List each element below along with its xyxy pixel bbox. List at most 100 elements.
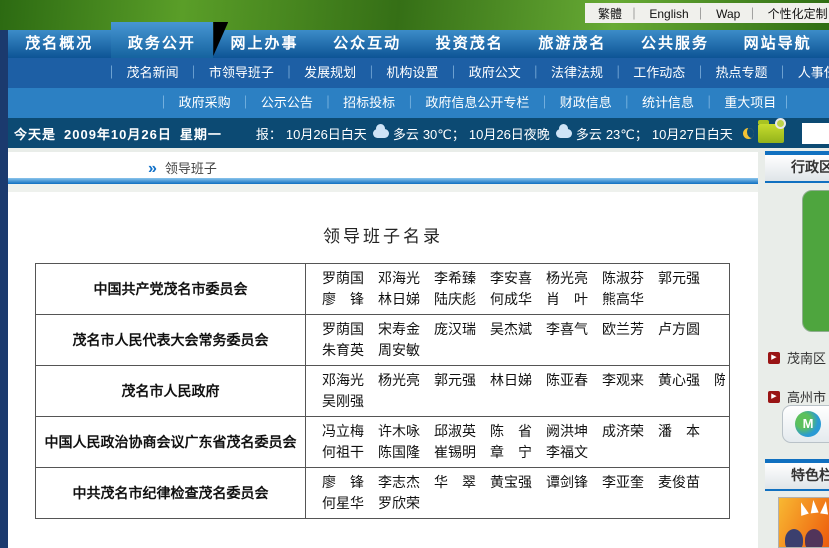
org-name: 茂名市人民政府 bbox=[36, 366, 306, 417]
weekday-value: 星期一 bbox=[180, 127, 222, 142]
leadership-roster-table: 中国共产党茂名市委员会 罗荫国 邓海光 李希臻 李安喜 杨光亮 陈淑芬 郭元强 … bbox=[35, 263, 730, 519]
promo-spark-decoration bbox=[809, 500, 818, 514]
names-line: 廖 锋 林日娣 陆庆彪 何成华 肖 叶 熊高华 bbox=[322, 289, 725, 310]
district-map-image[interactable] bbox=[802, 190, 829, 332]
subnav-laws[interactable]: 法律法规 bbox=[524, 65, 603, 80]
forecast-period-3: 10月27日白天 bbox=[652, 124, 733, 143]
search-input[interactable] bbox=[802, 123, 829, 144]
sidebar-link-maonan[interactable]: ▶ 茂南区 bbox=[768, 348, 826, 367]
promo-spark-decoration bbox=[820, 501, 829, 515]
link-wap[interactable]: Wap bbox=[695, 5, 741, 22]
tab-public-interaction[interactable]: 公众互动 bbox=[316, 22, 419, 58]
cloudy-icon bbox=[373, 129, 389, 138]
org-name: 中国共产党茂名市委员会 bbox=[36, 264, 306, 315]
weather-forecast: 报： 10月26日白天 多云 30℃； 10月26日夜晚 多云 23℃； 10月… bbox=[256, 124, 758, 143]
tab-public-service[interactable]: 公共服务 bbox=[624, 22, 727, 58]
table-row: 茂名市人民政府 邓海光 杨光亮 郭元强 林日娣 陈亚春 李观来 黄心强 陈 海 … bbox=[36, 366, 730, 417]
promo-spark-decoration bbox=[797, 501, 809, 516]
sidebar-link-gaozhou[interactable]: ▶ 高州市 bbox=[768, 387, 826, 406]
member-names: 廖 锋 李志杰 华 翠 黄宝强 谭剑锋 李亚奎 麦俊苗 何星华 罗欣荣 bbox=[306, 468, 730, 519]
subnav-work-updates[interactable]: 工作动态 bbox=[607, 65, 686, 80]
tab-tour-maoming[interactable]: 旅游茂名 bbox=[521, 22, 624, 58]
forecast-temp-2: 23℃； bbox=[606, 124, 648, 143]
promo-figure-decoration bbox=[785, 529, 803, 548]
names-line: 邓海光 杨光亮 郭元强 林日娣 陈亚春 李观来 黄心强 陈 海 bbox=[322, 370, 725, 391]
today-prefix: 今天是 bbox=[14, 127, 56, 142]
org-name: 中国人民政治协商会议广东省茂名委员会 bbox=[36, 417, 306, 468]
top-utility-links: 繁體 English Wap 个性化定制 邮件 bbox=[585, 3, 829, 23]
member-names: 冯立梅 许木咏 邱淑英 陈 省 阙洪坤 成济荣 潘 本 何祖干 陈国隆 崔锡明 … bbox=[306, 417, 730, 468]
left-border-strip bbox=[0, 30, 8, 548]
forecast-condition-2: 多云 bbox=[576, 124, 602, 143]
forecast-temp-1: 30℃； bbox=[423, 124, 465, 143]
sidebar-header-featured: 特色栏目 bbox=[765, 459, 829, 491]
tab-invest-maoming[interactable]: 投资茂名 bbox=[419, 22, 522, 58]
tab-government-affairs[interactable]: 政务公开 bbox=[111, 22, 214, 58]
subnav-maoming-news[interactable]: 茂名新闻 bbox=[100, 65, 179, 80]
sidebar-link-label: 高州市 bbox=[787, 387, 826, 406]
subnav-statistics[interactable]: 统计信息 bbox=[615, 95, 694, 110]
subnav-info-disclosure[interactable]: 政府信息公开专栏 bbox=[399, 95, 530, 110]
subnav-row2: 政府采购 公示公告 招标投标 政府信息公开专栏 财政信息 统计信息 重大项目 bbox=[0, 88, 829, 118]
link-english[interactable]: English bbox=[628, 5, 689, 22]
page-title: 领导班子名录 bbox=[8, 222, 758, 247]
folder-search-icon[interactable] bbox=[758, 124, 784, 143]
tab-site-navigation[interactable]: 网站导航 bbox=[726, 22, 829, 58]
featured-promo-image[interactable] bbox=[778, 497, 829, 548]
promo-figure-decoration bbox=[805, 529, 823, 548]
sidebar-globe-button[interactable]: M bbox=[782, 405, 829, 443]
names-line: 朱育英 周安敏 bbox=[322, 340, 725, 361]
link-traditional-chinese[interactable]: 繁體 bbox=[598, 5, 622, 22]
forecast-period-1: 10月26日白天 bbox=[286, 124, 367, 143]
names-line: 吴刚强 bbox=[322, 391, 725, 412]
names-line: 何祖干 陈国隆 崔锡明 章 宁 李福文 bbox=[322, 442, 725, 463]
globe-icon: M bbox=[795, 411, 821, 437]
red-arrow-bullet-icon: ▶ bbox=[768, 352, 780, 364]
cloudy-icon bbox=[556, 129, 572, 138]
tab-online-services[interactable]: 网上办事 bbox=[213, 22, 316, 58]
member-names: 罗荫国 宋寿金 庞汉瑞 吴杰斌 李喜气 欧兰芳 卢方圆 朱育英 周安敏 bbox=[306, 315, 730, 366]
subnav-leadership[interactable]: 市领导班子 bbox=[182, 65, 274, 80]
forecast-condition-1: 多云 bbox=[393, 124, 419, 143]
table-row: 中国人民政治协商会议广东省茂名委员会 冯立梅 许木咏 邱淑英 陈 省 阙洪坤 成… bbox=[36, 417, 730, 468]
breadcrumb-label: 领导班子 bbox=[165, 161, 217, 176]
sidebar-header-districts: 行政区划 bbox=[765, 151, 829, 183]
red-arrow-bullet-icon: ▶ bbox=[768, 391, 780, 403]
member-names: 罗荫国 邓海光 李希臻 李安喜 杨光亮 陈淑芬 郭元强 廖 锋 林日娣 陆庆彪 … bbox=[306, 264, 730, 315]
breadcrumb: » 领导班子 bbox=[8, 152, 758, 178]
today-date: 今天是 2009年10月26日星期一 bbox=[14, 124, 230, 143]
names-line: 冯立梅 许木咏 邱淑英 陈 省 阙洪坤 成济荣 潘 本 bbox=[322, 421, 725, 442]
subnav-personnel[interactable]: 人事任免 bbox=[771, 65, 829, 80]
subnav-public-notices[interactable]: 公示公告 bbox=[234, 95, 313, 110]
date-value: 2009年10月26日 bbox=[64, 127, 172, 142]
names-line: 罗荫国 宋寿金 庞汉瑞 吴杰斌 李喜气 欧兰芳 卢方圆 bbox=[322, 319, 725, 340]
breadcrumb-chevron-icon: » bbox=[148, 160, 157, 177]
tab-maoming-overview[interactable]: 茂名概况 bbox=[8, 22, 111, 58]
subnav-gov-procurement[interactable]: 政府采购 bbox=[152, 95, 231, 110]
subnav-gov-documents[interactable]: 政府公文 bbox=[442, 65, 521, 80]
subnav-hot-topics[interactable]: 热点专题 bbox=[689, 65, 768, 80]
subnav-development-plan[interactable]: 发展规划 bbox=[278, 65, 357, 80]
subnav-fiscal-info[interactable]: 财政信息 bbox=[533, 95, 612, 110]
subnav-org-structure[interactable]: 机构设置 bbox=[360, 65, 439, 80]
names-line: 廖 锋 李志杰 华 翠 黄宝强 谭剑锋 李亚奎 麦俊苗 bbox=[322, 472, 725, 493]
main-content-panel: » 领导班子 领导班子名录 中国共产党茂名市委员会 罗荫国 邓海光 李希臻 李安喜… bbox=[8, 152, 758, 548]
subnav-bidding[interactable]: 招标投标 bbox=[317, 95, 396, 110]
table-row: 茂名市人民代表大会常务委员会 罗荫国 宋寿金 庞汉瑞 吴杰斌 李喜气 欧兰芳 卢… bbox=[36, 315, 730, 366]
forecast-prefix: 报： bbox=[256, 124, 282, 143]
names-line: 何星华 罗欣荣 bbox=[322, 493, 725, 514]
forecast-period-2: 10月26日夜晚 bbox=[469, 124, 550, 143]
table-row: 中国共产党茂名市委员会 罗荫国 邓海光 李希臻 李安喜 杨光亮 陈淑芬 郭元强 … bbox=[36, 264, 730, 315]
names-line: 罗荫国 邓海光 李希臻 李安喜 杨光亮 陈淑芬 郭元强 bbox=[322, 268, 725, 289]
link-personalize[interactable]: 个性化定制 bbox=[746, 5, 827, 22]
subnav-major-projects[interactable]: 重大项目 bbox=[698, 95, 777, 110]
member-names: 邓海光 杨光亮 郭元强 林日娣 陈亚春 李观来 黄心强 陈 海 吴刚强 bbox=[306, 366, 730, 417]
org-name: 中共茂名市纪律检查茂名委员会 bbox=[36, 468, 306, 519]
moon-icon bbox=[743, 128, 754, 139]
org-name: 茂名市人民代表大会常务委员会 bbox=[36, 315, 306, 366]
main-nav-tabs: 茂名概况 政务公开 网上办事 公众互动 投资茂名 旅游茂名 公共服务 网站导航 bbox=[8, 22, 829, 58]
table-row: 中共茂名市纪律检查茂名委员会 廖 锋 李志杰 华 翠 黄宝强 谭剑锋 李亚奎 麦… bbox=[36, 468, 730, 519]
subnav-row1: 茂名新闻 市领导班子 发展规划 机构设置 政府公文 法律法规 工作动态 热点专题… bbox=[0, 58, 829, 88]
gray-divider bbox=[8, 184, 758, 192]
status-bar: 今天是 2009年10月26日星期一 报： 10月26日白天 多云 30℃； 10… bbox=[0, 118, 829, 148]
